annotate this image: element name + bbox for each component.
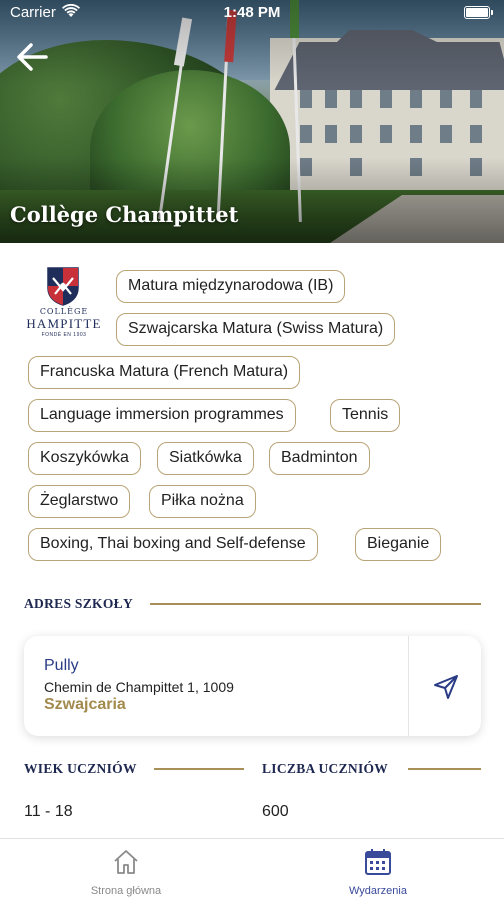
- tag-chip[interactable]: Żeglarstwo: [28, 485, 131, 518]
- tab-events[interactable]: Wydarzenia: [252, 839, 504, 900]
- logo-line-2: HAMPITTE: [26, 316, 102, 331]
- tag-chip[interactable]: Siatkówka: [157, 442, 254, 475]
- address-card: Pully Chemin de Champittet 1, 1009 Szwaj…: [24, 636, 481, 736]
- tag-chip[interactable]: Francuska Matura (French Matura): [28, 356, 301, 389]
- tag-chip[interactable]: Matura międzynarodowa (IB): [116, 270, 346, 303]
- tab-home-label: Strona główna: [90, 885, 162, 897]
- arrow-left-icon: [17, 43, 48, 71]
- count-heading: LICZBA UCZNIÓW: [262, 761, 389, 776]
- tag-chip[interactable]: Boxing, Thai boxing and Self-defense: [28, 528, 318, 561]
- address-city: Pully: [44, 657, 79, 674]
- back-button[interactable]: [14, 40, 54, 76]
- calendar-icon: [365, 849, 391, 875]
- address-heading: ADRES SZKOŁY: [24, 596, 134, 611]
- tag-chip[interactable]: Bieganie: [355, 528, 442, 561]
- tab-bar: Strona główna Wydarzenia: [0, 838, 504, 900]
- home-icon: [114, 850, 138, 874]
- address-heading-divider: [150, 603, 481, 605]
- age-heading-divider: [154, 768, 244, 770]
- logo-line-1: COLLÈGE: [39, 307, 89, 316]
- navigate-button[interactable]: [409, 636, 481, 736]
- school-logo: COLLÈGE HAMPITTE FONDÉ EN 1903: [22, 266, 106, 348]
- address-country: Szwajcaria: [44, 696, 126, 713]
- school-title: Collège Champittet: [10, 202, 239, 227]
- tag-chip[interactable]: Language immersion programmes: [28, 399, 296, 432]
- navigation-arrow-icon: [434, 675, 458, 699]
- tag-chip[interactable]: Badminton: [269, 442, 370, 475]
- logo-line-3: FONDÉ EN 1903: [41, 332, 87, 338]
- count-value: 600: [262, 803, 289, 820]
- status-bar: Carrier 1:48 PM: [0, 0, 504, 26]
- school-crest-icon: [47, 267, 79, 306]
- count-heading-divider: [408, 768, 481, 770]
- tab-events-label: Wydarzenia: [349, 885, 407, 897]
- age-value: 11 - 18: [24, 803, 73, 820]
- tab-home[interactable]: Strona główna: [0, 839, 252, 900]
- tag-chip[interactable]: Szwajcarska Matura (Swiss Matura): [116, 313, 396, 346]
- battery-icon: [464, 6, 493, 19]
- tag-chip[interactable]: Koszykówka: [28, 442, 141, 475]
- tag-chip[interactable]: Tennis: [330, 399, 401, 432]
- status-time: 1:48 PM: [223, 4, 281, 21]
- address-street: Chemin de Champittet 1, 1009: [44, 679, 234, 695]
- age-heading: WIEK UCZNIÓW: [24, 761, 137, 776]
- tag-chip[interactable]: Piłka nożna: [149, 485, 256, 518]
